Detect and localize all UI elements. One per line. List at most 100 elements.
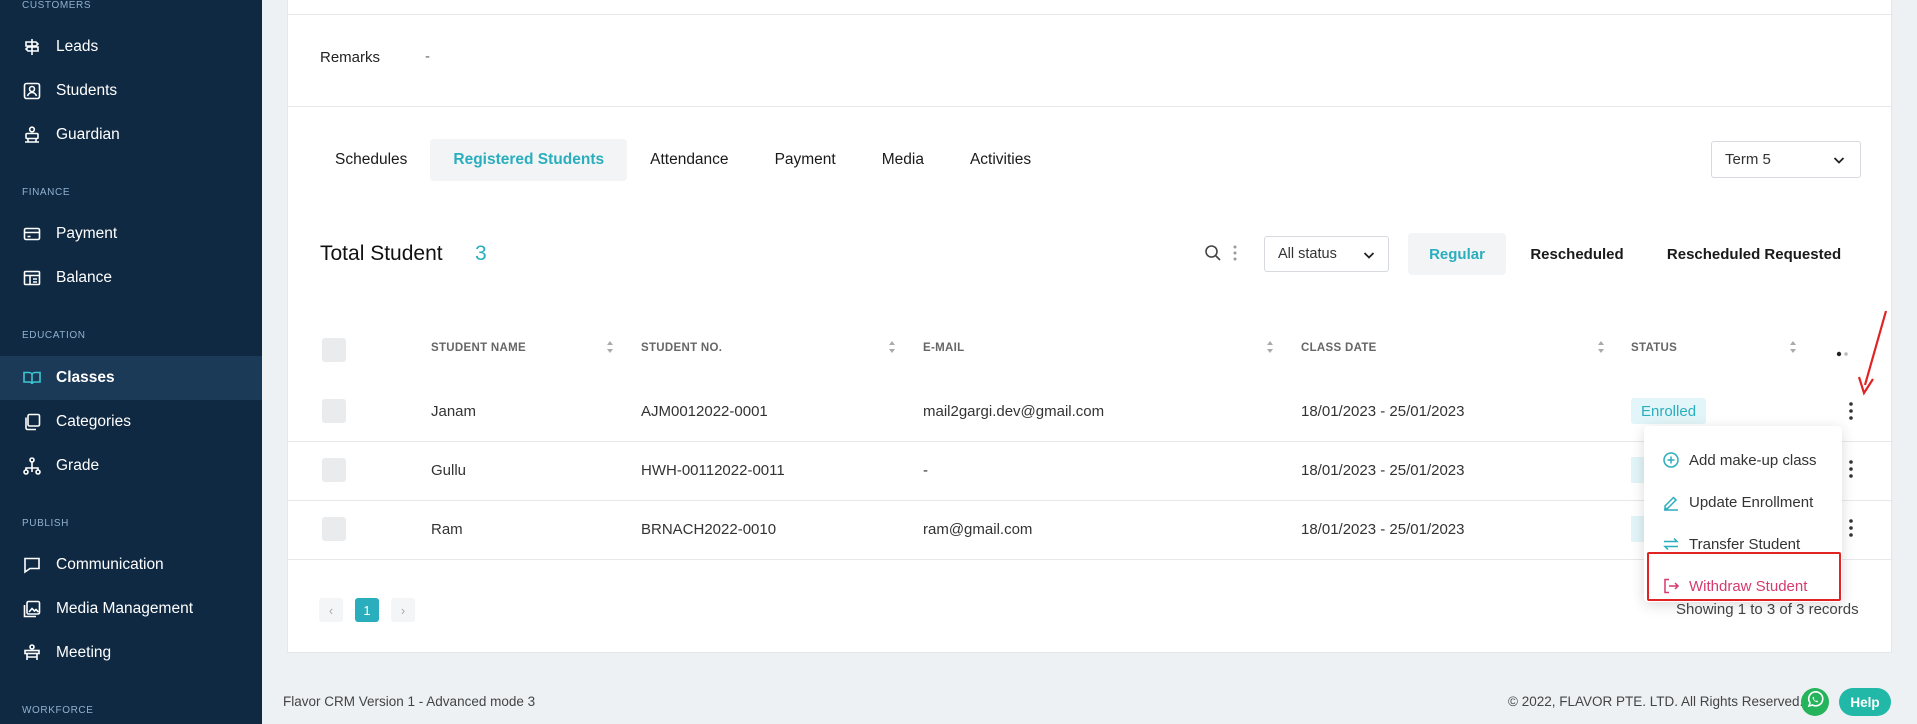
sidebar-item-media-management[interactable]: Media Management (0, 587, 262, 631)
term-select[interactable]: Term 5 (1711, 141, 1861, 178)
chevron-down-icon (1832, 153, 1846, 171)
tab-media[interactable]: Media (859, 139, 947, 181)
menu-item-label: Update Enrollment (1689, 493, 1814, 511)
header-email[interactable]: E-MAIL (923, 342, 964, 354)
remarks-value: - (425, 48, 430, 65)
row-actions-icon[interactable] (1848, 401, 1854, 426)
filter-rescheduled-requested-button[interactable]: Rescheduled Requested (1649, 233, 1859, 275)
cell-student-no: BRNACH2022-0010 (641, 521, 777, 538)
header-status[interactable]: STATUS (1631, 342, 1677, 354)
gallery-icon (22, 599, 42, 619)
layers-icon (22, 412, 42, 432)
tab-schedules[interactable]: Schedules (312, 139, 430, 181)
detail-tabs: Schedules Registered Students Attendance… (312, 139, 1054, 181)
section-workforce: WORKFORCE (22, 705, 94, 716)
footer-copyright: © 2022, FLAVOR PTE. LTD. All Rights Rese… (1508, 694, 1804, 709)
sort-icon[interactable] (1789, 340, 1797, 359)
status-badge (1631, 457, 1645, 483)
sidebar-item-classes[interactable]: Classes (0, 356, 262, 400)
cell-student-name[interactable]: Janam (431, 403, 476, 420)
chat-icon (22, 555, 42, 575)
pagination-page-button[interactable]: 1 (355, 598, 379, 622)
pencil-icon (1662, 493, 1680, 511)
section-finance: FINANCE (22, 187, 71, 198)
row-checkbox[interactable] (322, 517, 346, 541)
sidebar-item-label: Meeting (56, 644, 112, 661)
sort-icon[interactable] (1597, 340, 1605, 359)
sidebar-item-label: Grade (56, 457, 100, 474)
tab-attendance[interactable]: Attendance (627, 139, 751, 181)
user-card-icon (22, 81, 42, 101)
guardian-icon (22, 125, 42, 145)
open-book-icon (22, 368, 42, 388)
sidebar-item-label: Classes (56, 369, 115, 386)
filter-rescheduled-button[interactable]: Rescheduled (1514, 233, 1640, 275)
menu-item-update-enrollment[interactable]: Update Enrollment (1662, 491, 1813, 513)
header-class-date[interactable]: CLASS DATE (1301, 342, 1377, 354)
sort-icon[interactable] (888, 340, 896, 359)
tab-registered-students[interactable]: Registered Students (430, 139, 628, 181)
sidebar-item-meeting[interactable]: Meeting (0, 631, 262, 675)
sidebar-item-grade[interactable]: Grade (0, 444, 262, 488)
divider (288, 106, 1891, 107)
header-student-no[interactable]: STUDENT NO. (641, 342, 722, 354)
sidebar-item-guardian[interactable]: Guardian (0, 113, 262, 157)
cell-student-name[interactable]: Ram (431, 521, 463, 538)
row-actions-icon[interactable] (1848, 518, 1854, 543)
cell-class-date: 18/01/2023 - 25/01/2023 (1301, 521, 1465, 538)
status-filter-select[interactable]: All status (1264, 236, 1389, 272)
sidebar-item-label: Leads (56, 38, 99, 55)
sidebar-item-label: Communication (56, 556, 164, 573)
cell-student-no: HWH-00112022-0011 (641, 462, 785, 479)
row-checkbox[interactable] (322, 458, 346, 482)
cell-email: mail2gargi.dev@gmail.com (923, 403, 1105, 420)
row-actions-icon[interactable] (1848, 459, 1854, 484)
total-student-title: Total Student (320, 242, 443, 265)
sidebar-item-leads[interactable]: Leads (0, 25, 262, 69)
sidebar-item-label: Students (56, 82, 118, 99)
tab-payment[interactable]: Payment (752, 139, 859, 181)
sidebar-item-balance[interactable]: Balance (0, 256, 262, 300)
header-student-name[interactable]: STUDENT NAME (431, 342, 526, 354)
cell-class-date: 18/01/2023 - 25/01/2023 (1301, 462, 1465, 479)
more-options-icon[interactable] (1232, 244, 1238, 267)
cell-email: - (923, 462, 928, 479)
annotation-highlight-box (1647, 552, 1841, 601)
cell-email: ram@gmail.com (923, 521, 1033, 538)
whatsapp-button[interactable] (1801, 688, 1829, 716)
filter-regular-button[interactable]: Regular (1408, 233, 1506, 275)
sidebar-item-communication[interactable]: Communication (0, 543, 262, 587)
annotation-arrow-icon (1857, 310, 1888, 396)
help-button[interactable]: Help (1839, 688, 1891, 716)
cell-class-date: 18/01/2023 - 25/01/2023 (1301, 403, 1465, 420)
pagination-next-button[interactable]: › (391, 598, 415, 622)
menu-item-add-makeup-class[interactable]: Add make-up class (1662, 449, 1817, 471)
pagination-prev-button[interactable]: ‹ (319, 598, 343, 622)
sidebar-item-label: Payment (56, 225, 118, 242)
status-badge: Enrolled (1631, 398, 1707, 424)
tab-activities[interactable]: Activities (947, 139, 1054, 181)
column-options-icon[interactable] (1836, 344, 1850, 362)
chevron-down-icon (1362, 248, 1376, 266)
row-checkbox[interactable] (322, 399, 346, 423)
sort-icon[interactable] (606, 340, 614, 359)
sidebar-item-categories[interactable]: Categories (0, 400, 262, 444)
status-badge (1631, 516, 1645, 542)
cell-student-name[interactable]: Gullu (431, 462, 466, 479)
transfer-arrows-icon (1662, 535, 1680, 553)
sidebar-item-label: Media Management (56, 600, 193, 617)
sort-icon[interactable] (1266, 340, 1274, 359)
cell-student-no: AJM0012022-0001 (641, 403, 768, 420)
sidebar: CUSTOMERS Leads Students Guardian FINANC… (0, 0, 262, 724)
plus-circle-icon (1662, 451, 1680, 469)
status-filter-value: All status (1278, 246, 1337, 262)
menu-item-label: Add make-up class (1689, 451, 1817, 469)
select-all-checkbox[interactable] (322, 338, 346, 362)
sidebar-item-label: Balance (56, 269, 113, 286)
search-icon[interactable] (1204, 244, 1222, 267)
meeting-icon (22, 643, 42, 663)
sidebar-item-payment[interactable]: Payment (0, 212, 262, 256)
sidebar-item-students[interactable]: Students (0, 69, 262, 113)
hierarchy-icon (22, 456, 42, 476)
footer-version: Flavor CRM Version 1 - Advanced mode 3 (283, 694, 536, 709)
